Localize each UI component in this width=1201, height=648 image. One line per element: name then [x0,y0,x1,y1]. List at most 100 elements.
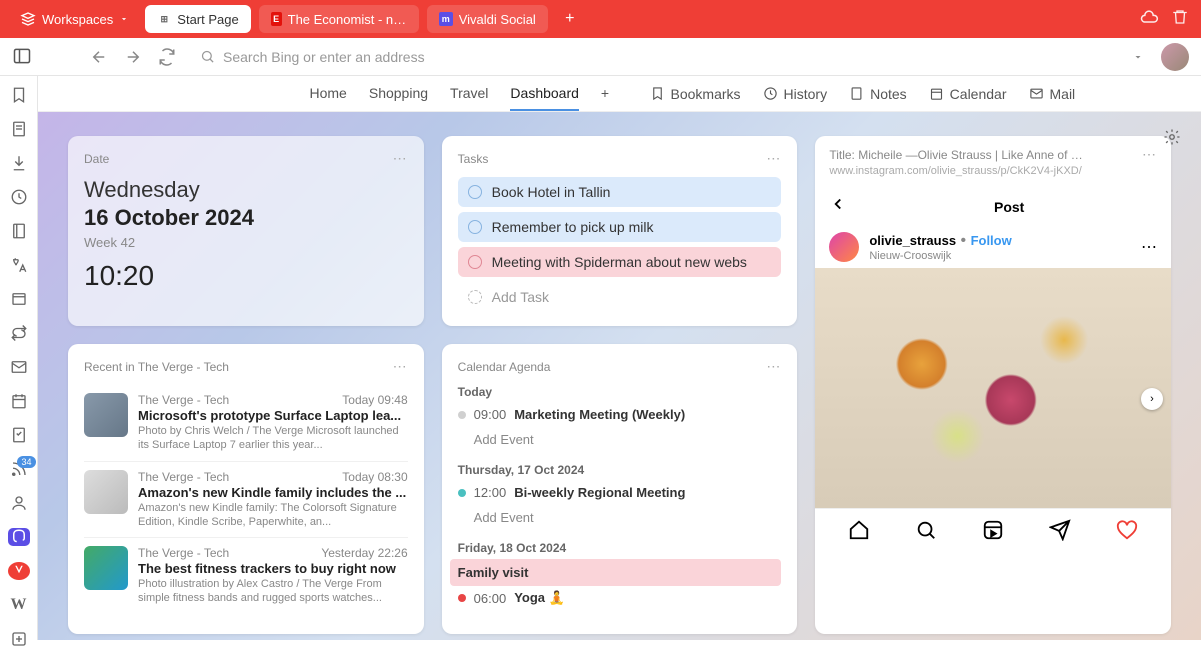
like-icon[interactable] [1116,519,1138,546]
new-tab-button[interactable]: + [556,5,584,33]
agenda-day-label: Thursday, 17 Oct 2024 [458,463,782,477]
task-item[interactable]: Book Hotel in Tallin [458,177,782,207]
address-input[interactable]: Search Bing or enter an address [190,45,1115,69]
add-task-button[interactable]: Add Task [458,282,782,312]
forward-button[interactable] [122,46,144,68]
home-icon[interactable] [848,519,870,546]
profile-avatar[interactable] [1161,43,1189,71]
nav-bookmarks[interactable]: Bookmarks [650,78,741,110]
nav-calendar[interactable]: Calendar [929,78,1007,110]
feed-source: The Verge - Tech [138,393,229,407]
mail-icon[interactable] [8,358,30,376]
feeds-icon[interactable]: 34 [8,460,30,478]
search-icon[interactable] [915,519,937,546]
feed-item[interactable]: The Verge - TechToday 08:30 Amazon's new… [84,462,408,539]
back-button[interactable] [88,46,110,68]
location[interactable]: Nieuw-Crooswijk [869,250,1011,262]
nav-travel[interactable]: Travel [450,77,488,111]
workspaces-button[interactable]: Workspaces [12,7,137,31]
tab-vivaldi-social[interactable]: m Vivaldi Social [427,5,548,33]
task-checkbox[interactable] [468,255,482,269]
nav-add[interactable]: + [601,77,609,111]
nav-shopping[interactable]: Shopping [369,77,428,111]
widget-menu-icon[interactable]: ⋯ [393,150,408,167]
tab-label: Start Page [177,12,238,27]
dashboard-settings-icon[interactable] [1163,128,1181,151]
wikipedia-icon[interactable]: W [8,596,30,614]
add-icon [468,290,482,304]
agenda-event[interactable]: 12:00Bi-weekly Regional Meeting [458,481,782,504]
sessions-icon[interactable] [8,324,30,342]
add-event-button[interactable]: Add Event [458,504,782,531]
window-panel-icon[interactable] [8,290,30,308]
reels-icon[interactable] [982,519,1004,546]
feed-source: The Verge - Tech [138,470,229,484]
nav-notes[interactable]: Notes [849,78,907,110]
feed-item[interactable]: The Verge - TechYesterday 22:26 The best… [84,538,408,614]
add-task-label: Add Task [492,289,549,305]
browser-tab-bar: Workspaces ⊞ Start Page E The Economist … [0,0,1201,38]
workspaces-label: Workspaces [42,12,113,27]
widget-menu-icon[interactable]: ⋯ [1142,146,1157,163]
tab-favicon-icon: ⊞ [157,12,171,26]
event-dot [458,489,466,497]
follow-button[interactable]: Follow [971,233,1012,248]
task-item[interactable]: Remember to pick up milk [458,212,782,242]
add-event-button[interactable]: Add Event [458,426,782,453]
back-icon[interactable] [829,195,847,218]
tab-start-page[interactable]: ⊞ Start Page [145,5,250,33]
panel-toggle-button[interactable] [12,46,34,68]
calendar-icon[interactable] [8,392,30,410]
feed-desc: Photo by Chris Welch / The Verge Microso… [138,424,408,453]
task-checkbox[interactable] [468,185,482,199]
post-image[interactable]: › [815,268,1171,508]
add-panel-icon[interactable] [8,630,30,648]
translate-icon[interactable] [8,256,30,274]
bookmarks-panel-icon[interactable] [8,86,30,104]
feed-thumbnail [84,393,128,437]
feed-item[interactable]: The Verge - TechToday 09:48 Microsoft's … [84,385,408,462]
side-panel: 34 W [0,76,38,640]
username[interactable]: olivie_strauss [869,233,956,248]
agenda-event[interactable]: 06:00Yoga 🧘 [458,586,782,610]
share-icon[interactable] [1049,519,1071,546]
post-menu-icon[interactable]: ⋯ [1141,237,1157,257]
mastodon-icon[interactable] [8,528,30,546]
event-dot [458,594,466,602]
tab-economist[interactable]: E The Economist - news at y [259,5,419,33]
downloads-icon[interactable] [8,154,30,172]
feed-source: The Verge - Tech [138,546,229,560]
reading-list-icon[interactable] [8,120,30,138]
feed-headline: Amazon's new Kindle family includes the … [138,485,408,500]
tasks-icon[interactable] [8,426,30,444]
feed-headline: Microsoft's prototype Surface Laptop lea… [138,408,408,423]
agenda-event[interactable]: Family visit [450,559,782,586]
next-image-button[interactable]: › [1141,388,1163,410]
date-weekday: Wednesday [84,177,408,203]
task-label: Book Hotel in Tallin [492,184,611,200]
notes-icon[interactable] [8,222,30,240]
trash-icon[interactable] [1171,8,1189,31]
nav-history[interactable]: History [763,78,828,110]
reload-button[interactable] [156,46,178,68]
nav-mail[interactable]: Mail [1029,78,1076,110]
feed-desc: Photo illustration by Alex Castro / The … [138,577,408,606]
widget-title: Date [84,152,109,166]
task-checkbox[interactable] [468,220,482,234]
contacts-icon[interactable] [8,494,30,512]
history-icon[interactable] [8,188,30,206]
widget-menu-icon[interactable]: ⋯ [393,358,408,375]
date-time: 10:20 [84,260,408,292]
widget-menu-icon[interactable]: ⋯ [766,150,781,167]
nav-dashboard[interactable]: Dashboard [510,77,579,111]
nav-home[interactable]: Home [310,77,347,111]
feed-time: Yesterday 22:26 [321,546,407,560]
user-avatar[interactable] [829,232,859,262]
feed-widget: Recent in The Verge - Tech⋯ The Verge - … [68,344,424,634]
agenda-event[interactable]: 09:00Marketing Meeting (Weekly) [458,403,782,426]
address-dropdown-icon[interactable] [1127,46,1149,68]
sync-icon[interactable] [1139,7,1159,32]
task-item[interactable]: Meeting with Spiderman about new webs [458,247,782,277]
widget-menu-icon[interactable]: ⋯ [766,358,781,375]
vivaldi-icon[interactable] [8,562,30,580]
